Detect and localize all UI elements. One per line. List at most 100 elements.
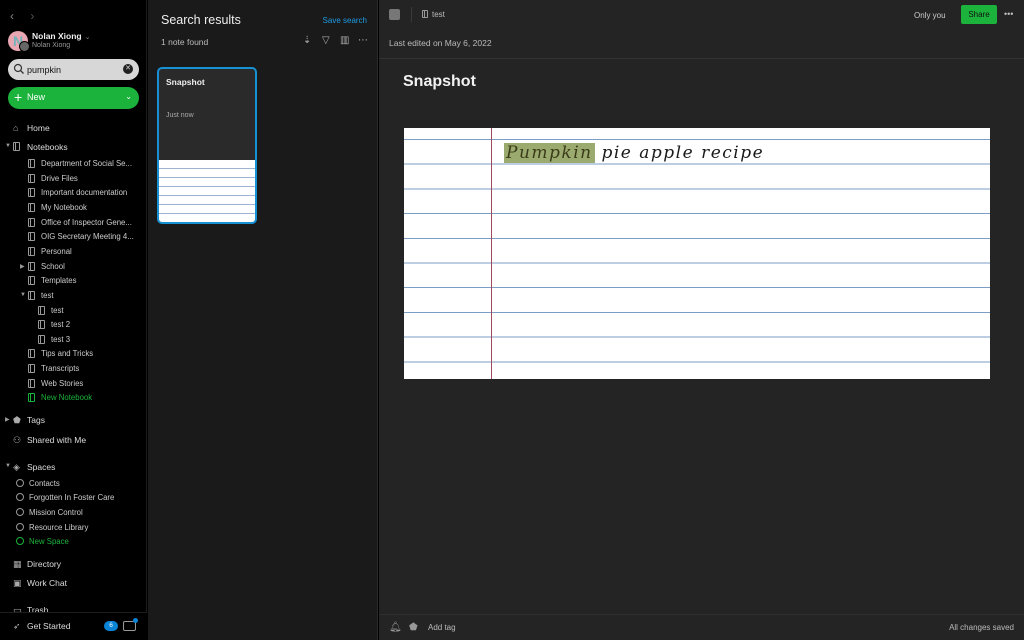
forward-arrow-icon[interactable]: › bbox=[30, 9, 47, 23]
sidebar-item-label: Tips and Tricks bbox=[41, 349, 94, 358]
sidebar-item-notebook[interactable]: Personal bbox=[0, 245, 147, 260]
sidebar-item-label: New Space bbox=[29, 537, 69, 546]
business-badge-icon bbox=[19, 41, 30, 52]
sidebar-item-label: test bbox=[41, 291, 54, 300]
paper-margin-line bbox=[491, 128, 492, 379]
notebook-icon bbox=[38, 306, 48, 316]
sidebar-item-notebook[interactable]: Important documentation bbox=[0, 186, 147, 201]
handwritten-text: Pumpkin pie apple recipe bbox=[504, 143, 764, 163]
sidebar-item-directory[interactable]: ▦ Directory bbox=[0, 557, 147, 572]
sidebar-item-label: test 3 bbox=[51, 335, 71, 344]
divider bbox=[411, 7, 412, 22]
note-title[interactable]: Snapshot bbox=[403, 73, 476, 91]
caret-down-icon[interactable]: ▼ bbox=[5, 143, 11, 149]
note-list-panel: Search results Save search 1 note found … bbox=[148, 0, 378, 640]
new-button-label: New bbox=[27, 92, 46, 102]
chevron-down-icon[interactable]: ⌄ bbox=[125, 92, 132, 101]
view-options-icon[interactable]: ▥ bbox=[340, 35, 349, 46]
caret-down-icon[interactable]: ▼ bbox=[20, 292, 26, 298]
filter-icon[interactable]: ▽ bbox=[322, 35, 330, 46]
plus-icon: + bbox=[14, 89, 23, 105]
sidebar-item-label: Tags bbox=[27, 415, 45, 425]
notebook-icon bbox=[28, 203, 38, 213]
sidebar-item-space[interactable]: Mission Control bbox=[0, 506, 147, 521]
sort-icon[interactable]: ⇣ bbox=[303, 35, 311, 46]
sidebar-item-label: Forgotten In Foster Care bbox=[29, 493, 115, 502]
sidebar-item-notebook[interactable]: test bbox=[0, 304, 147, 319]
add-tag-icon[interactable]: ⬟ bbox=[409, 622, 418, 633]
sidebar-item-notebook[interactable]: Office of Inspector Gene... bbox=[0, 216, 147, 231]
clear-search-icon[interactable]: ✕ bbox=[123, 64, 133, 74]
save-status: All changes saved bbox=[949, 623, 1014, 632]
expand-icon[interactable] bbox=[389, 9, 400, 20]
stack-icon bbox=[28, 291, 38, 301]
list-title: Search results bbox=[161, 13, 241, 27]
caret-right-icon[interactable]: ▶ bbox=[5, 416, 10, 423]
new-notebook-link[interactable]: New Notebook bbox=[0, 391, 147, 406]
search-box: ✕ bbox=[8, 59, 139, 80]
notebook-icon bbox=[28, 247, 38, 257]
note-card-title: Snapshot bbox=[166, 77, 205, 87]
sidebar-item-label: Web Stories bbox=[41, 379, 84, 388]
sidebar-item-work-chat[interactable]: ▣ Work Chat bbox=[0, 576, 147, 591]
trash-icon: ▭ bbox=[13, 605, 22, 612]
chat-icon: ▣ bbox=[13, 578, 22, 588]
sidebar-item-label: Home bbox=[27, 123, 50, 133]
reminder-icon[interactable]: 🔔︎ bbox=[389, 622, 402, 633]
sidebar-item-notebook[interactable]: My Notebook bbox=[0, 201, 147, 216]
search-input[interactable] bbox=[27, 62, 117, 77]
sidebar-item-trash[interactable]: ▭ Trash bbox=[0, 603, 147, 612]
sidebar-item-notebook[interactable]: Department of Social Se... bbox=[0, 157, 147, 172]
sidebar-item-shared[interactable]: ⚇ Shared with Me bbox=[0, 433, 147, 448]
space-icon bbox=[16, 523, 26, 533]
notebook-icon bbox=[28, 276, 38, 286]
sharing-status[interactable]: Only you bbox=[914, 11, 946, 20]
sidebar-item-space[interactable]: Resource Library bbox=[0, 521, 147, 536]
get-started-count-badge: 6 bbox=[104, 621, 118, 631]
caret-down-icon[interactable]: ▼ bbox=[5, 463, 11, 469]
more-options-icon[interactable]: ••• bbox=[1004, 9, 1013, 19]
new-space-link[interactable]: New Space bbox=[0, 535, 147, 550]
sidebar-item-notebooks[interactable]: ▼ Notebooks bbox=[0, 140, 147, 155]
caret-right-icon[interactable]: ▶ bbox=[20, 263, 25, 270]
sidebar-item-notebook[interactable]: OIG Secretary Meeting 4... bbox=[0, 230, 147, 245]
save-search-link[interactable]: Save search bbox=[323, 16, 367, 25]
notebook-icon bbox=[28, 364, 38, 374]
notebook-breadcrumb[interactable]: test bbox=[422, 10, 445, 19]
back-arrow-icon[interactable]: ‹ bbox=[10, 9, 27, 23]
notebook-icon bbox=[28, 218, 38, 228]
account-switcher[interactable]: N Nolan Xiong ⌄ Nolan Xiong bbox=[8, 31, 143, 53]
share-button[interactable]: Share bbox=[961, 5, 997, 24]
sidebar-item-space[interactable]: Contacts bbox=[0, 477, 147, 492]
sidebar-item-notebook[interactable]: Transcripts bbox=[0, 362, 147, 377]
note-card[interactable]: Snapshot Just now bbox=[157, 67, 257, 224]
new-button[interactable]: + New ⌄ bbox=[8, 87, 139, 109]
sidebar-item-label: Transcripts bbox=[41, 364, 80, 373]
sidebar-item-notebook[interactable]: Drive Files bbox=[0, 172, 147, 187]
more-options-icon[interactable]: ⋯ bbox=[358, 35, 368, 46]
space-icon bbox=[16, 493, 26, 503]
stack-icon bbox=[28, 262, 38, 272]
sidebar-item-space[interactable]: Forgotten In Foster Care bbox=[0, 491, 147, 506]
sidebar-item-notebook[interactable]: Web Stories bbox=[0, 377, 147, 392]
sidebar-item-spaces[interactable]: ▼ ◈ Spaces bbox=[0, 460, 147, 475]
sidebar-item-notebook[interactable]: test 3 bbox=[0, 333, 147, 348]
cube-icon: ◈ bbox=[13, 462, 20, 472]
note-card-thumbnail bbox=[159, 160, 255, 222]
sidebar-item-stack-school[interactable]: ▶ School bbox=[0, 260, 147, 275]
sidebar-item-notebook[interactable]: test 2 bbox=[0, 318, 147, 333]
add-tag-button[interactable]: Add tag bbox=[428, 623, 456, 632]
get-started-label: Get Started bbox=[27, 621, 71, 631]
editor-toolbar: test Only you Share ••• bbox=[379, 0, 1024, 30]
get-started-bar[interactable]: ➶ Get Started 6 bbox=[0, 612, 147, 640]
sidebar-item-notebook[interactable]: Templates bbox=[0, 274, 147, 289]
note-image[interactable]: Pumpkin pie apple recipe bbox=[404, 128, 990, 379]
notebook-icon bbox=[28, 349, 38, 359]
sidebar-item-stack-test[interactable]: ▼ test bbox=[0, 289, 147, 304]
last-edited: Last edited on May 6, 2022 bbox=[389, 38, 492, 48]
sidebar-item-notebook[interactable]: Tips and Tricks bbox=[0, 347, 147, 362]
sidebar-item-label: test 2 bbox=[51, 320, 71, 329]
sidebar-item-tags[interactable]: ▶ ⬟ Tags bbox=[0, 413, 147, 428]
sidebar-item-home[interactable]: ⌂ Home bbox=[0, 121, 147, 136]
sidebar-item-label: Personal bbox=[41, 247, 72, 256]
